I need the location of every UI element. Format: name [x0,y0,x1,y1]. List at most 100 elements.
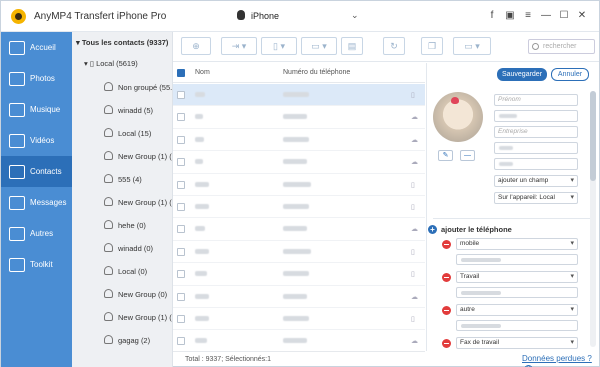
blurred-value [499,114,517,118]
phone-number-field[interactable] [456,320,578,331]
remove-phone-icon[interactable] [442,273,451,282]
on-device-select[interactable]: Sur l'appareil: Local [494,192,578,204]
select-all-checkbox[interactable] [177,69,185,77]
save-button[interactable]: Sauvegarder [497,68,547,81]
tree-group-item[interactable]: gagag (2) [104,335,150,345]
table-row[interactable]: ▯ [173,174,425,196]
lost-data-link[interactable]: Données perdues ?? [522,354,599,367]
cancel-button[interactable]: Annuler [551,68,589,81]
sidebar: Accueil Photos Musique Vidéos Contacts M… [1,32,72,367]
duplicate-button[interactable]: ❐ [421,37,443,55]
row-checkbox[interactable] [177,247,185,256]
chevron-down-icon[interactable]: ⌄ [351,10,359,21]
phone-icon: ▯ [411,316,415,323]
remove-phone-icon[interactable] [442,306,451,315]
tree-group-item[interactable]: New Group (1) (0 [104,197,172,207]
field-4[interactable] [494,142,578,154]
remove-phone-icon[interactable] [442,240,451,249]
row-checkbox[interactable] [177,91,185,99]
sidebar-item-photos[interactable]: Photos [1,63,72,94]
add-contact-button[interactable]: ⊕ [181,37,211,55]
table-row[interactable]: ▯ [173,263,425,286]
row-checkbox[interactable] [177,158,185,167]
table-row[interactable]: ▯ [173,308,425,331]
company-field[interactable]: Entreprise [494,126,578,138]
add-phone-button[interactable]: + ajouter le téléphone [428,225,512,234]
column-phone[interactable]: Numéro du téléphone [283,69,350,76]
tree-group-item[interactable]: winadd (5) [104,105,153,115]
tree-root-all-contacts[interactable]: ▾ Tous les contacts (9337) [76,38,168,47]
tree-group-item[interactable]: New Group (1) (0 [104,312,172,322]
menu-icon[interactable]: ≡ [519,9,537,23]
minimize-icon[interactable]: — [537,9,555,23]
table-row[interactable]: ☁ [173,129,425,152]
sidebar-item-contacts[interactable]: Contacts [1,156,72,187]
tree-group-item[interactable]: New Group (0) [104,289,167,299]
refresh-button[interactable]: ↻ [383,37,405,55]
group-button[interactable]: ▭ ▾ [453,37,491,55]
search-input[interactable]: rechercher [528,39,595,54]
add-field-select[interactable]: ajouter un champ [494,175,578,187]
row-checkbox[interactable] [177,337,185,346]
export-to-pc-button[interactable]: ▭ ▾ [301,37,337,55]
tree-group-item[interactable]: New Group (1) (1 [104,151,172,161]
row-checkbox[interactable] [177,113,185,122]
table-row[interactable]: ▯ [173,196,425,219]
chat-icon[interactable]: ▣ [501,9,519,23]
export-to-device-button[interactable]: ▯ ▾ [261,37,297,55]
phone-type-select[interactable]: Fax de travail [456,337,578,349]
remove-photo-button[interactable]: — [460,150,475,161]
table-row[interactable]: ▯ [173,84,425,107]
facebook-icon[interactable]: f [483,9,501,23]
import-button[interactable]: ⇥ ▾ [221,37,257,55]
sidebar-item-autres[interactable]: Autres [1,218,72,249]
remove-phone-icon[interactable] [442,339,451,348]
close-icon[interactable]: ✕ [573,9,591,23]
tree-group-item[interactable]: Local (15) [104,128,151,138]
phone-type-select[interactable]: mobile [456,238,578,250]
scrollbar-thumb[interactable] [590,91,596,181]
group-icon [104,82,113,91]
row-checkbox[interactable] [177,180,185,189]
last-name-field[interactable] [494,110,578,122]
maximize-icon[interactable]: ☐ [555,9,573,23]
row-checkbox[interactable] [177,225,185,234]
edit-photo-button[interactable]: ✎ [438,150,453,161]
sidebar-item-messages[interactable]: Messages [1,187,72,218]
table-row[interactable]: ☁ [173,151,425,174]
tree-group-item[interactable]: hehe (0) [104,220,146,230]
sidebar-item-toolkit[interactable]: Toolkit [1,249,72,280]
table-row[interactable]: ☁ [173,286,425,308]
sidebar-item-label: Autres [30,229,54,238]
phone-type-select[interactable]: autre [456,304,578,316]
sidebar-item-videos[interactable]: Vidéos [1,125,72,156]
detail-scrollbar[interactable] [590,91,596,347]
table-row[interactable]: ☁ [173,106,425,129]
first-name-field[interactable]: Prénom [494,94,578,106]
tree-group-item[interactable]: winadd (0) [104,243,153,253]
sidebar-item-accueil[interactable]: Accueil [1,32,72,63]
phone-type-select[interactable]: Travail [456,271,578,283]
tree-group-item[interactable]: Local (0) [104,266,147,276]
table-row[interactable]: ▯ [173,241,425,264]
app-logo-icon [11,9,26,24]
table-row[interactable]: ☁ [173,218,425,241]
row-checkbox[interactable] [177,135,185,144]
row-checkbox[interactable] [177,292,185,301]
tree-item-local-source[interactable]: ▾ ▯ Local (5619) [84,59,138,68]
column-name[interactable]: Nom [195,69,210,76]
phone-number-field[interactable] [456,287,578,298]
field-5[interactable] [494,158,578,170]
table-row[interactable]: ☁ [173,330,425,351]
row-checkbox[interactable] [177,203,185,211]
blurred-phone [283,271,309,277]
device-selector[interactable]: iPhone [237,10,279,21]
tree-group-item[interactable]: 555 (4) [104,174,142,184]
row-checkbox[interactable] [177,270,185,279]
tree-group-item[interactable]: Non groupé (55... [104,82,172,92]
blurred-phone [283,92,309,97]
delete-button[interactable]: ▤ [341,37,363,55]
sidebar-item-musique[interactable]: Musique [1,94,72,125]
phone-number-field[interactable] [456,254,578,265]
row-checkbox[interactable] [177,315,185,323]
